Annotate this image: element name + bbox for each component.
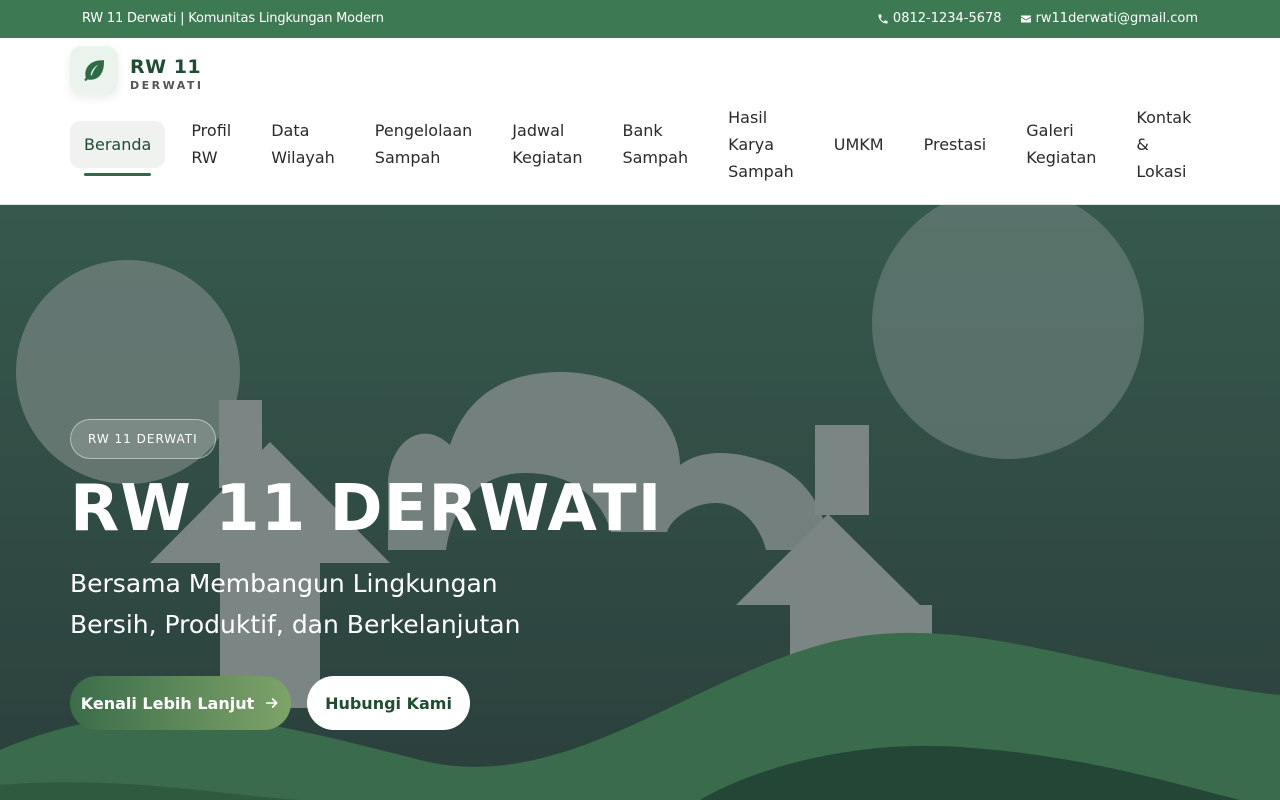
phone-number: 0812-1234-5678 <box>892 11 1002 26</box>
hero-title: RW 11 DERWATI <box>70 472 663 546</box>
nav-item-umkm[interactable]: UMKM <box>834 131 884 158</box>
email-link[interactable]: rw11derwati@gmail.com <box>1020 11 1198 26</box>
contact-info: 0812-1234-5678 rw11derwati@gmail.com <box>877 11 1198 26</box>
learn-more-label: Kenali Lebih Lanjut <box>80 693 255 713</box>
top-bar: RW 11 Derwati | Komunitas Lingkungan Mod… <box>0 0 1280 38</box>
nav-item-hasil-karya-sampah[interactable]: Hasil Karya Sampah <box>728 104 794 185</box>
contact-us-button[interactable]: Hubungi Kami <box>307 676 470 730</box>
nav-item-prestasi[interactable]: Prestasi <box>924 131 987 158</box>
logo[interactable]: RW 11 DERWATI <box>70 46 204 94</box>
tagline: RW 11 Derwati | Komunitas Lingkungan Mod… <box>82 11 384 26</box>
arrow-right-icon <box>266 698 278 708</box>
nav-item-profil-rw[interactable]: Profil RW <box>191 117 231 171</box>
hero-subtitle: Bersama Membangun Lingkungan Bersih, Pro… <box>70 569 521 639</box>
phone-icon <box>878 14 888 23</box>
nav-item-galeri-kegiatan[interactable]: Galeri Kegiatan <box>1026 117 1096 171</box>
nav-item-bank-sampah[interactable]: Bank Sampah <box>622 117 688 171</box>
logo-mark <box>70 46 118 94</box>
hero-section: RW 11 DERWATI RW 11 DERWATI Bersama Memb… <box>0 205 1280 800</box>
logo-title: RW 11 <box>130 55 202 78</box>
envelope-icon <box>1020 15 1031 22</box>
nav-item-pengelolaan-sampah[interactable]: Pengelolaan Sampah <box>375 117 473 171</box>
main-nav: Beranda Profil RW Data Wilayah Pengelola… <box>70 104 1191 184</box>
nav-item-jadwal-kegiatan[interactable]: Jadwal Kegiatan <box>512 117 582 171</box>
nav-item-beranda[interactable]: Beranda <box>70 120 166 176</box>
leaf-icon <box>84 60 104 82</box>
nav-item-kontak-lokasi[interactable]: Kontak & Lokasi <box>1136 104 1191 185</box>
site-header: RW 11 DERWATI Beranda Profil RW Data Wil… <box>0 38 1280 205</box>
phone-link[interactable]: 0812-1234-5678 <box>877 11 1002 26</box>
contact-us-label: Hubungi Kami <box>325 693 452 713</box>
email-address: rw11derwati@gmail.com <box>1035 11 1198 26</box>
hero-badge: RW 11 DERWATI <box>70 419 216 459</box>
nav-item-data-wilayah[interactable]: Data Wilayah <box>271 117 335 171</box>
logo-subtitle: DERWATI <box>130 78 204 92</box>
learn-more-button[interactable]: Kenali Lebih Lanjut <box>70 676 291 730</box>
